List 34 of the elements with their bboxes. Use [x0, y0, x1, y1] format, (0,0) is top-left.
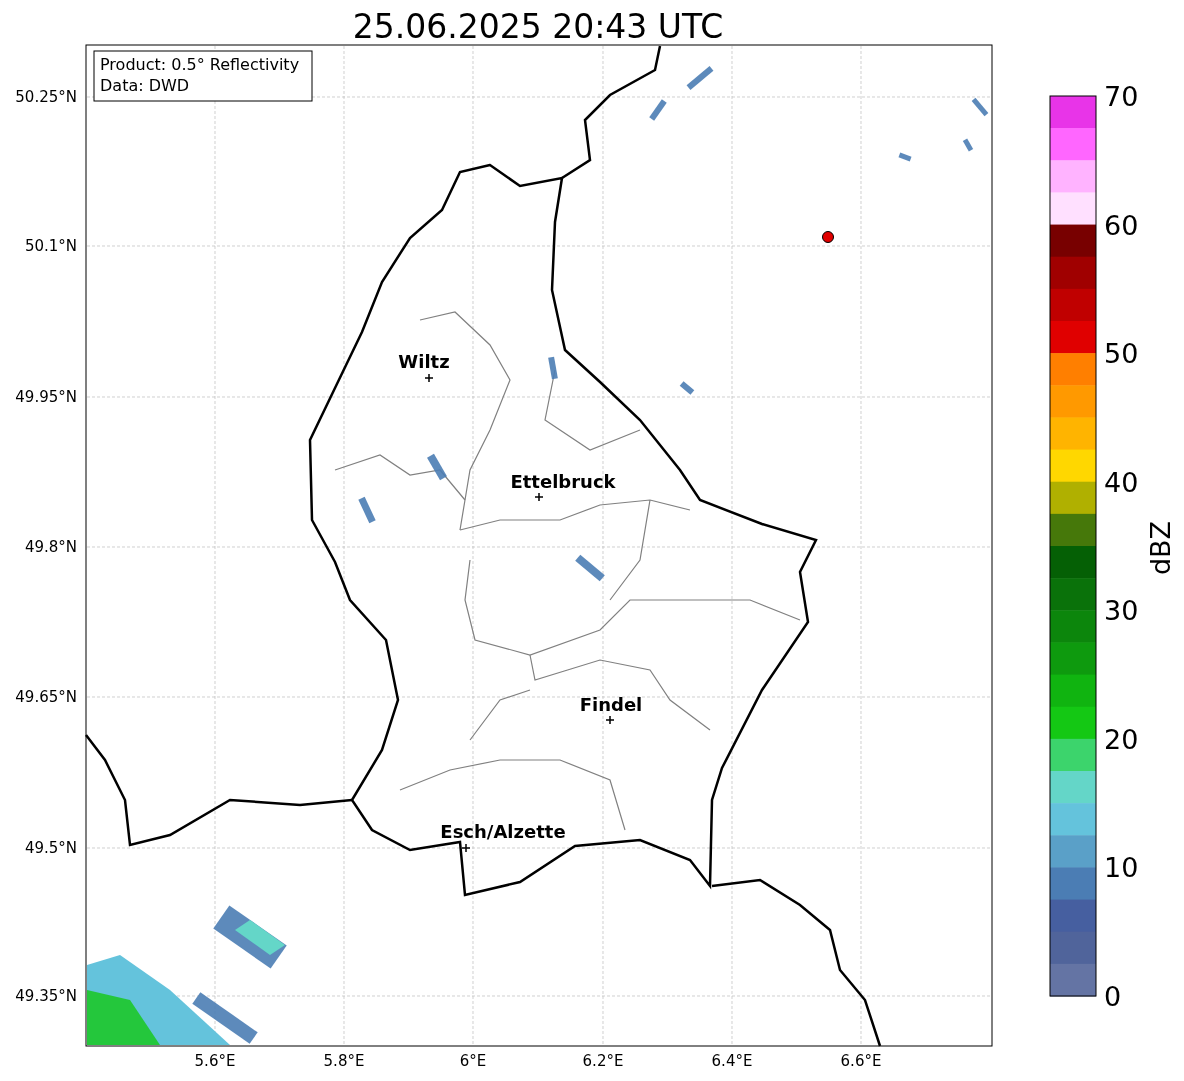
longitude-label: 6.4°E — [711, 1052, 753, 1070]
colorbar-tick-label: 70 — [1104, 81, 1139, 112]
longitude-label: 5.8°E — [323, 1052, 365, 1070]
chart-title: 25.06.2025 20:43 UTC — [352, 7, 724, 46]
colorbar-tick-label: 0 — [1104, 981, 1122, 1012]
city-marker-icon — [534, 492, 544, 502]
colorbar-tick-label: 30 — [1104, 595, 1139, 627]
latitude-label: 49.8°N — [24, 538, 77, 556]
station-marker — [822, 231, 834, 243]
colorbar-tick-label: 50 — [1104, 338, 1139, 370]
info-text: Data: DWD — [100, 76, 190, 95]
city-label: Findel — [579, 694, 643, 715]
latitude-label: 50.25°N — [15, 88, 77, 106]
longitude-label: 6°E — [459, 1052, 487, 1070]
colorbar-tick-label: 60 — [1104, 209, 1139, 241]
latitude-label: 49.35°N — [15, 987, 77, 1005]
latitude-label: 49.95°N — [15, 388, 77, 406]
colorbar-tick-label: 40 — [1104, 466, 1139, 498]
info-text: Product: 0.5° Reflectivity — [100, 55, 300, 74]
city-label: Esch/Alzette — [440, 821, 566, 842]
colorbar-tick-label: 10 — [1104, 852, 1139, 884]
longitude-label: 6.6°E — [840, 1052, 882, 1070]
longitude-label: 6.2°E — [582, 1052, 624, 1070]
colorbar-label: dBZ — [1145, 520, 1176, 576]
city-label: Ettelbruck — [510, 471, 616, 492]
colorbar-tick-label: 20 — [1104, 723, 1139, 755]
city-marker-icon — [605, 715, 615, 725]
city-marker-icon — [424, 373, 434, 383]
longitude-label: 5.6°E — [194, 1052, 236, 1070]
city-label: Wiltz — [398, 351, 450, 372]
latitude-label: 50.1°N — [24, 237, 77, 255]
city-marker-icon — [461, 843, 471, 853]
latitude-label: 49.5°N — [24, 839, 77, 857]
latitude-label: 49.65°N — [15, 688, 77, 706]
